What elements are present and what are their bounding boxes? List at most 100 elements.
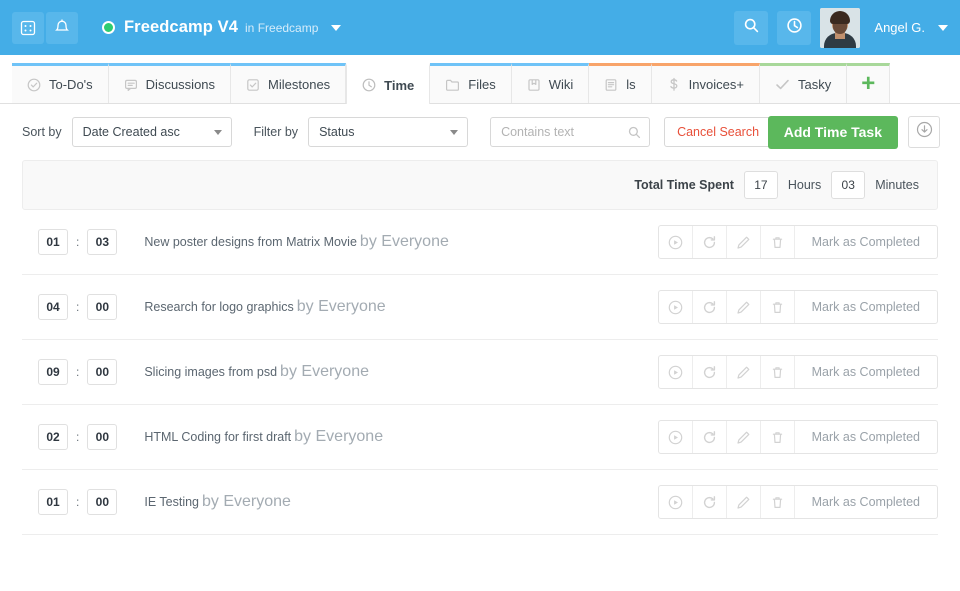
tab-label: To-Do's — [49, 77, 93, 92]
check-icon — [775, 78, 790, 91]
task-author: by Everyone — [280, 363, 369, 380]
tab-invoices[interactable]: Invoices+ — [651, 63, 760, 103]
download-button[interactable] — [908, 116, 940, 148]
row-hours[interactable]: 09 — [38, 359, 68, 385]
table-row[interactable]: 01 : 03 New poster designs from Matrix M… — [22, 210, 938, 275]
module-tabs: To-Do's Discussions Milestones Time File… — [0, 55, 960, 104]
table-row[interactable]: 01 : 00 IE Testing by Everyone Mark as C… — [22, 470, 938, 535]
time-separator: : — [76, 365, 80, 379]
table-row[interactable]: 09 : 00 Slicing images from psd by Every… — [22, 340, 938, 405]
row-hours[interactable]: 01 — [38, 229, 68, 255]
project-status-dot — [102, 21, 115, 34]
pencil-icon[interactable] — [727, 356, 761, 388]
document-icon — [604, 78, 618, 92]
apps-grid-button[interactable] — [12, 11, 44, 44]
restart-icon[interactable] — [693, 356, 727, 388]
restart-icon[interactable] — [693, 421, 727, 453]
play-circle-icon[interactable] — [659, 421, 693, 453]
play-circle-icon[interactable] — [659, 226, 693, 258]
tab-label: Invoices+ — [688, 77, 744, 92]
row-hours[interactable]: 04 — [38, 294, 68, 320]
recent-activity-button[interactable] — [777, 10, 812, 45]
sort-by-select[interactable]: Date Created asc — [71, 117, 232, 147]
task-title[interactable]: HTML Coding for first draft — [144, 430, 291, 444]
plus-icon: + — [861, 69, 876, 97]
user-menu-chevron-down-icon[interactable] — [938, 24, 948, 31]
row-minutes[interactable]: 03 — [87, 229, 118, 255]
sort-by-value: Date Created asc — [82, 125, 180, 139]
row-action-group: Mark as Completed — [657, 485, 938, 519]
row-minutes[interactable]: 00 — [87, 359, 118, 385]
mark-as-completed-button[interactable]: Mark as Completed — [795, 356, 937, 388]
row-minutes[interactable]: 00 — [87, 489, 118, 515]
tab-time[interactable]: Time — [346, 63, 431, 104]
user-name[interactable]: Angel G. — [874, 20, 925, 35]
pencil-icon[interactable] — [727, 226, 761, 258]
project-selector[interactable]: Freedcamp V4 in Freedcamp — [102, 18, 342, 37]
play-circle-icon[interactable] — [659, 486, 693, 518]
task-author: by Everyone — [294, 428, 384, 445]
search-field-wrapper[interactable] — [490, 117, 651, 147]
pencil-icon[interactable] — [727, 421, 761, 453]
play-circle-icon[interactable] — [659, 291, 693, 323]
restart-icon[interactable] — [693, 291, 727, 323]
add-time-task-button[interactable]: Add Time Task — [767, 115, 898, 149]
filter-by-select[interactable]: Status — [308, 117, 469, 147]
dollar-icon — [667, 77, 681, 92]
clock-icon — [786, 17, 803, 39]
tab-ls[interactable]: ls — [589, 63, 652, 103]
trash-icon[interactable] — [761, 356, 795, 388]
tab-label: Time — [384, 77, 415, 93]
tab-todos[interactable]: To-Do's — [12, 63, 109, 103]
search-input[interactable] — [501, 125, 630, 139]
mark-as-completed-button[interactable]: Mark as Completed — [795, 291, 937, 323]
tab-milestones[interactable]: Milestones — [231, 63, 347, 103]
time-separator: : — [76, 300, 80, 314]
add-tab-button[interactable]: + — [847, 63, 891, 103]
notifications-button[interactable] — [46, 11, 78, 44]
bell-icon — [54, 19, 70, 36]
row-action-group: Mark as Completed — [657, 290, 938, 324]
task-title[interactable]: Slicing images from psd — [144, 365, 277, 379]
trash-icon[interactable] — [761, 291, 795, 323]
mark-as-completed-button[interactable]: Mark as Completed — [795, 486, 937, 518]
tab-tasky[interactable]: Tasky — [759, 63, 848, 103]
pencil-icon[interactable] — [727, 291, 761, 323]
avatar[interactable] — [820, 7, 861, 48]
task-title[interactable]: New poster designs from Matrix Movie — [144, 235, 357, 249]
time-separator: : — [76, 430, 80, 444]
restart-icon[interactable] — [693, 226, 727, 258]
task-title[interactable]: Research for logo graphics — [144, 300, 293, 314]
trash-icon[interactable] — [761, 421, 795, 453]
row-hours[interactable]: 02 — [38, 424, 68, 450]
total-hours-field[interactable]: 17 — [743, 171, 778, 199]
time-separator: : — [76, 495, 80, 509]
row-action-group: Mark as Completed — [657, 355, 938, 389]
time-duration: 01 : 00 — [38, 489, 118, 515]
table-row[interactable]: 04 : 00 Research for logo graphics by Ev… — [22, 275, 938, 340]
row-hours[interactable]: 01 — [38, 489, 68, 515]
mark-as-completed-button[interactable]: Mark as Completed — [795, 226, 937, 258]
total-minutes-field[interactable]: 03 — [831, 171, 866, 199]
clock-icon — [362, 78, 376, 92]
row-minutes[interactable]: 00 — [87, 424, 118, 450]
pencil-icon[interactable] — [727, 486, 761, 518]
filter-by-value: Status — [319, 125, 355, 139]
tab-label: ls — [626, 77, 636, 92]
row-action-group: Mark as Completed — [657, 225, 938, 259]
global-search-button[interactable] — [734, 10, 769, 45]
restart-icon[interactable] — [693, 486, 727, 518]
table-row[interactable]: 02 : 00 HTML Coding for first draft by E… — [22, 405, 938, 470]
trash-icon[interactable] — [761, 226, 795, 258]
task-author: by Everyone — [359, 233, 449, 250]
tab-discussions[interactable]: Discussions — [108, 63, 232, 103]
tab-files[interactable]: Files — [430, 63, 512, 103]
mark-as-completed-button[interactable]: Mark as Completed — [795, 421, 937, 453]
row-minutes[interactable]: 00 — [87, 294, 118, 320]
row-action-group: Mark as Completed — [657, 420, 938, 454]
trash-icon[interactable] — [761, 486, 795, 518]
play-circle-icon[interactable] — [659, 356, 693, 388]
tab-wiki[interactable]: Wiki — [511, 63, 590, 103]
download-circle-icon — [916, 121, 933, 143]
task-title[interactable]: IE Testing — [144, 495, 199, 509]
